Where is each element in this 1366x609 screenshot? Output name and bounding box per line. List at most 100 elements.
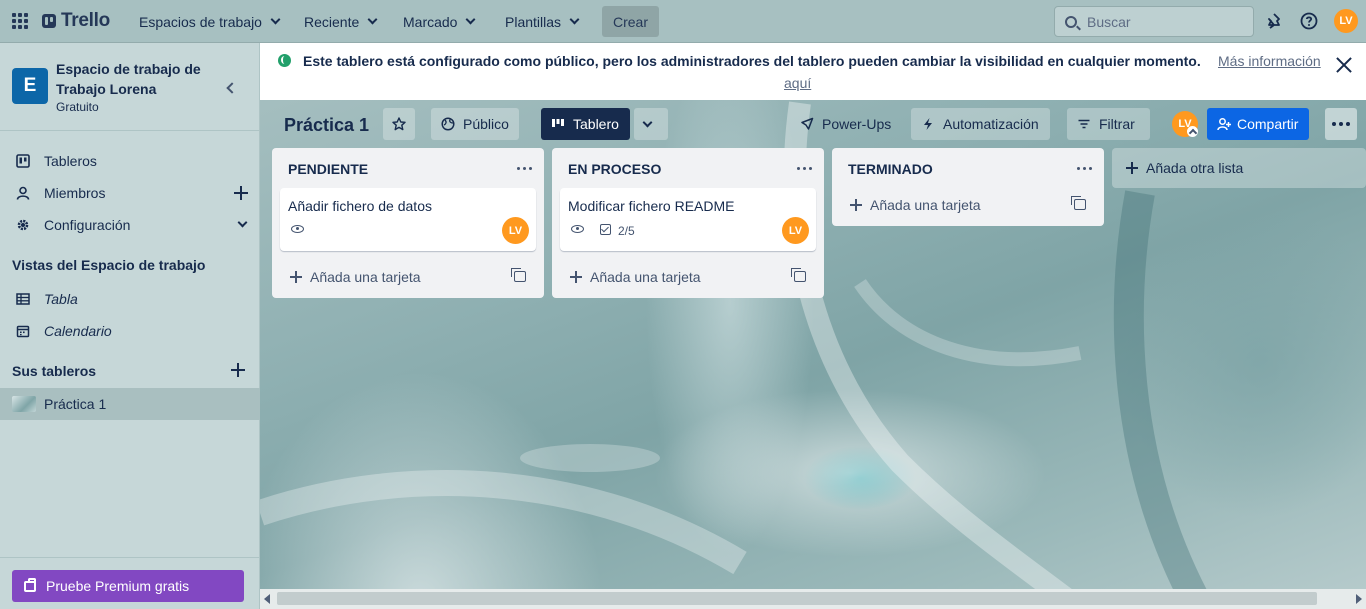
list-terminado: TERMINADO Añada una tarjeta [832,148,1104,226]
more-info-link[interactable]: Más información [1218,53,1321,69]
help-icon[interactable] [1300,12,1318,30]
list-pendiente: PENDIENTE Añadir fichero de datos LV Aña… [272,148,544,298]
workspace-header: E Espacio de trabajo de Trabajo Lorena G… [0,43,260,131]
share-button[interactable]: Compartir [1207,108,1309,140]
card-template-icon[interactable] [1071,196,1086,210]
list-menu-more-icon[interactable] [792,160,816,176]
member-icon [16,186,30,200]
checklist-icon [600,224,611,235]
notifications-icon[interactable] [1265,12,1283,30]
board-view-button[interactable]: Tablero [541,108,630,140]
globe-icon [441,117,455,131]
more-info-link-continued[interactable]: aquí [784,75,811,91]
star-button[interactable] [383,108,415,140]
boards-heading: Sus tableros [12,363,97,379]
workspace-badge[interactable]: E [12,68,48,104]
list-menu-more-icon[interactable] [512,160,536,176]
close-icon[interactable] [1335,56,1353,74]
add-board-plus-icon[interactable] [231,363,245,377]
add-person-icon [1217,118,1231,131]
apps-grid-icon[interactable] [12,13,28,29]
filter-button[interactable]: Filtrar [1067,108,1150,140]
workspace-name[interactable]: Espacio de trabajo de Trabajo Lorena [56,59,216,99]
table-icon [16,293,30,305]
trello-logo[interactable]: Trello [42,10,110,32]
sidebar-item-settings[interactable]: Configuración [0,209,260,241]
sidebar-item-boards[interactable]: Tableros [0,145,260,177]
horizontal-scrollbar[interactable] [260,589,1366,609]
switch-view-button[interactable] [634,108,668,140]
admin-chevron-icon [1187,126,1198,137]
card-title: Añadir fichero de datos [288,198,432,214]
trello-logo-icon [42,14,56,28]
plus-icon [1126,162,1138,174]
gear-icon [17,219,29,231]
card[interactable]: Añadir fichero de datos LV [280,188,536,251]
collapse-sidebar-icon[interactable] [222,79,240,97]
create-button[interactable]: Crear [602,6,659,37]
menu-workspaces-label: Espacios de trabajo [139,13,262,30]
card[interactable]: Modificar fichero README 2/5 LV [560,188,816,251]
premium-label: Pruebe Premium gratis [46,578,190,594]
board-view-label: Tablero [573,116,619,132]
list-en-proceso: EN PROCESO Modificar fichero README 2/5 … [552,148,824,298]
menu-workspaces[interactable]: Espacios de trabajo [131,6,287,37]
card-template-icon[interactable] [791,268,806,282]
board-title[interactable]: Práctica 1 [284,115,369,136]
notice-text: Este tablero está configurado como públi… [303,53,1201,69]
board-view-icon [552,119,564,127]
sidebar-divider [0,557,260,558]
plus-icon [850,199,862,211]
search-input[interactable] [1087,13,1237,30]
menu-recent[interactable]: Reciente [296,6,384,37]
chevron-down-icon [642,117,653,127]
sidebar-board-practica-1[interactable]: Práctica 1 [0,388,260,420]
filter-icon [1078,119,1090,129]
menu-templates-label: Plantillas [505,13,562,30]
chevron-down-icon [466,14,476,25]
add-card-label: Añada una tarjeta [310,269,421,285]
views-heading: Vistas del Espacio de trabajo [12,257,206,273]
power-ups-button[interactable]: Power-Ups [790,108,907,140]
sidebar-item-calendar[interactable]: Calendario [0,315,260,347]
chevron-down-icon [367,14,378,25]
list-title[interactable]: PENDIENTE [288,161,368,177]
card-title: Modificar fichero README [568,198,735,214]
sidebar-board-label: Práctica 1 [44,396,107,412]
card-template-icon[interactable] [511,268,526,282]
add-card-button[interactable]: Añada una tarjeta [560,261,816,293]
add-member-plus-icon[interactable] [234,186,248,200]
star-icon [392,117,406,131]
sidebar-item-members[interactable]: Miembros [0,177,260,209]
premium-trial-button[interactable]: Pruebe Premium gratis [12,570,244,602]
add-card-button[interactable]: Añada una tarjeta [840,189,1096,221]
sidebar-item-table[interactable]: Tabla [0,283,260,315]
plus-icon [290,271,302,283]
list-title[interactable]: EN PROCESO [568,161,661,177]
list-menu-more-icon[interactable] [1072,160,1096,176]
sidebar-item-label: Miembros [44,185,106,201]
logo-text: Trello [61,10,110,31]
automation-button[interactable]: Automatización [911,108,1050,140]
add-card-label: Añada una tarjeta [590,269,701,285]
visibility-button[interactable]: Público [431,108,519,140]
menu-starred-label: Marcado [403,13,458,30]
public-visibility-notice: Este tablero está configurado como públi… [260,43,1366,100]
menu-templates[interactable]: Plantillas [497,6,586,37]
menu-starred[interactable]: Marcado [395,6,482,37]
scrollbar-thumb[interactable] [277,592,1317,605]
list-title[interactable]: TERMINADO [848,161,933,177]
eye-icon [291,225,304,233]
rocket-icon [801,117,814,130]
scroll-left-icon[interactable] [264,594,270,604]
scroll-right-icon[interactable] [1356,594,1362,604]
menu-recent-label: Reciente [304,13,360,30]
card-member-avatar[interactable]: LV [502,217,529,244]
power-ups-label: Power-Ups [822,116,892,132]
board-menu-more-icon[interactable] [1325,108,1357,140]
add-card-button[interactable]: Añada una tarjeta [280,261,536,293]
card-member-avatar[interactable]: LV [782,217,809,244]
user-avatar[interactable]: LV [1334,9,1358,33]
add-list-button[interactable]: Añada otra lista [1112,148,1366,188]
sidebar: E Espacio de trabajo de Trabajo Lorena G… [0,43,260,609]
